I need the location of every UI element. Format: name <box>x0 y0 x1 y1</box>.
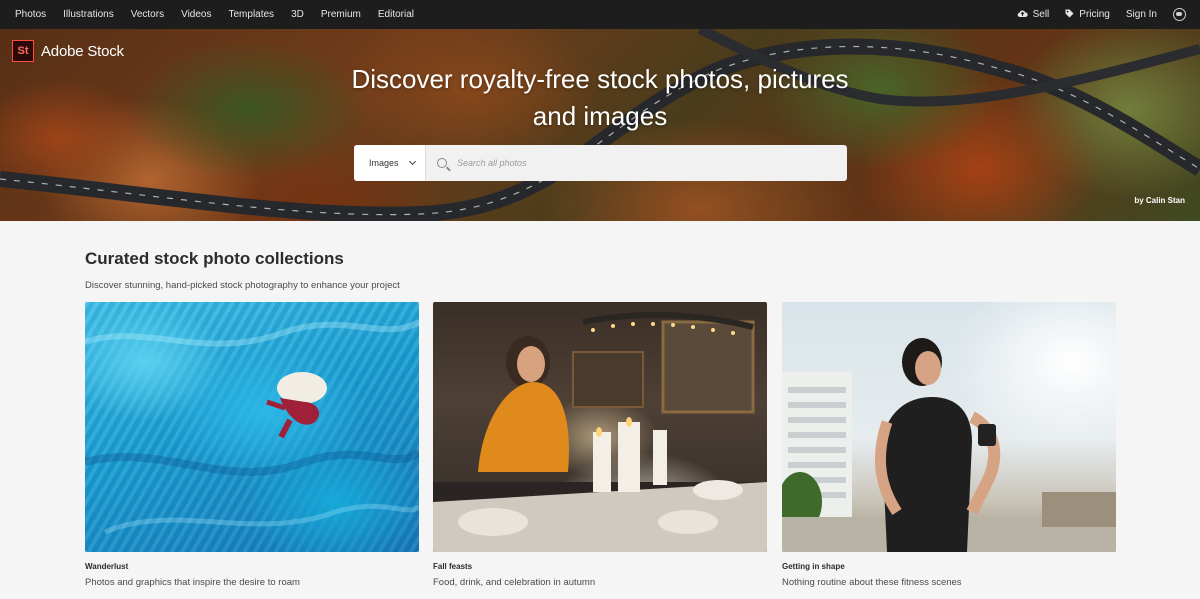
nav-3d[interactable]: 3D <box>291 9 304 20</box>
top-navigation: Photos Illustrations Vectors Videos Temp… <box>0 0 1200 29</box>
sign-in-link[interactable]: Sign In <box>1126 9 1157 20</box>
nav-templates[interactable]: Templates <box>228 9 274 20</box>
stock-logo-mark: St <box>12 40 34 62</box>
hero-title-line1: Discover royalty-free stock photos, pict… <box>351 64 849 94</box>
nav-videos[interactable]: Videos <box>181 9 211 20</box>
sell-link[interactable]: Sell <box>1017 9 1050 21</box>
sell-label: Sell <box>1032 9 1050 20</box>
photo-credit: by Calin Stan <box>1134 196 1185 205</box>
globe-icon[interactable] <box>1173 8 1186 21</box>
collection-description: Food, drink, and celebration in autumn <box>433 577 596 588</box>
nav-editorial[interactable]: Editorial <box>378 9 414 20</box>
hero-title-line2: and images <box>532 101 668 131</box>
collection-title[interactable]: Wanderlust <box>85 562 419 571</box>
section-subtitle: Discover stunning, hand-picked stock pho… <box>85 280 400 291</box>
asset-type-dropdown[interactable]: Images <box>354 145 426 181</box>
price-tag-icon <box>1065 9 1074 21</box>
hero-title: Discover royalty-free stock photos, pict… <box>300 61 900 135</box>
adobe-stock-logo[interactable]: St Adobe Stock <box>12 40 124 62</box>
collection-image[interactable] <box>782 302 1116 552</box>
asset-type-value: Images <box>369 158 399 168</box>
collection-card-fall-feasts[interactable]: Fall feasts Food, drink, and celebration… <box>433 302 767 588</box>
collection-description: Photos and graphics that inspire the des… <box>85 577 300 588</box>
account-nav: Sell Pricing Sign In <box>1017 0 1200 29</box>
logo-text: Adobe Stock <box>41 42 124 60</box>
pricing-link[interactable]: Pricing <box>1065 9 1110 21</box>
section-title: Curated stock photo collections <box>85 249 344 268</box>
search-input[interactable] <box>457 158 837 168</box>
getting-in-shape-photo-art <box>782 338 1116 552</box>
fall-feasts-photo-art <box>433 312 767 552</box>
category-nav: Photos Illustrations Vectors Videos Temp… <box>0 0 416 29</box>
cloud-upload-icon <box>1017 9 1028 21</box>
nav-vectors[interactable]: Vectors <box>131 9 164 20</box>
collection-title[interactable]: Fall feasts <box>433 562 767 571</box>
search-bar: Images <box>354 145 847 181</box>
collection-description: Nothing routine about these fitness scen… <box>782 577 962 588</box>
collection-image[interactable] <box>85 302 419 552</box>
nav-premium[interactable]: Premium <box>321 9 361 20</box>
collection-card-getting-in-shape[interactable]: Getting in shape Nothing routine about t… <box>782 302 1116 588</box>
search-icon <box>437 158 447 168</box>
collection-title[interactable]: Getting in shape <box>782 562 1116 571</box>
nav-illustrations[interactable]: Illustrations <box>63 9 114 20</box>
pricing-label: Pricing <box>1079 9 1110 20</box>
collection-card-wanderlust[interactable]: Wanderlust Photos and graphics that insp… <box>85 302 419 588</box>
nav-photos[interactable]: Photos <box>15 9 46 20</box>
hero-banner: St Adobe Stock Discover royalty-free sto… <box>0 29 1200 221</box>
collection-image[interactable] <box>433 302 767 552</box>
wanderlust-photo-art <box>85 319 419 535</box>
chevron-down-icon <box>408 157 417 166</box>
